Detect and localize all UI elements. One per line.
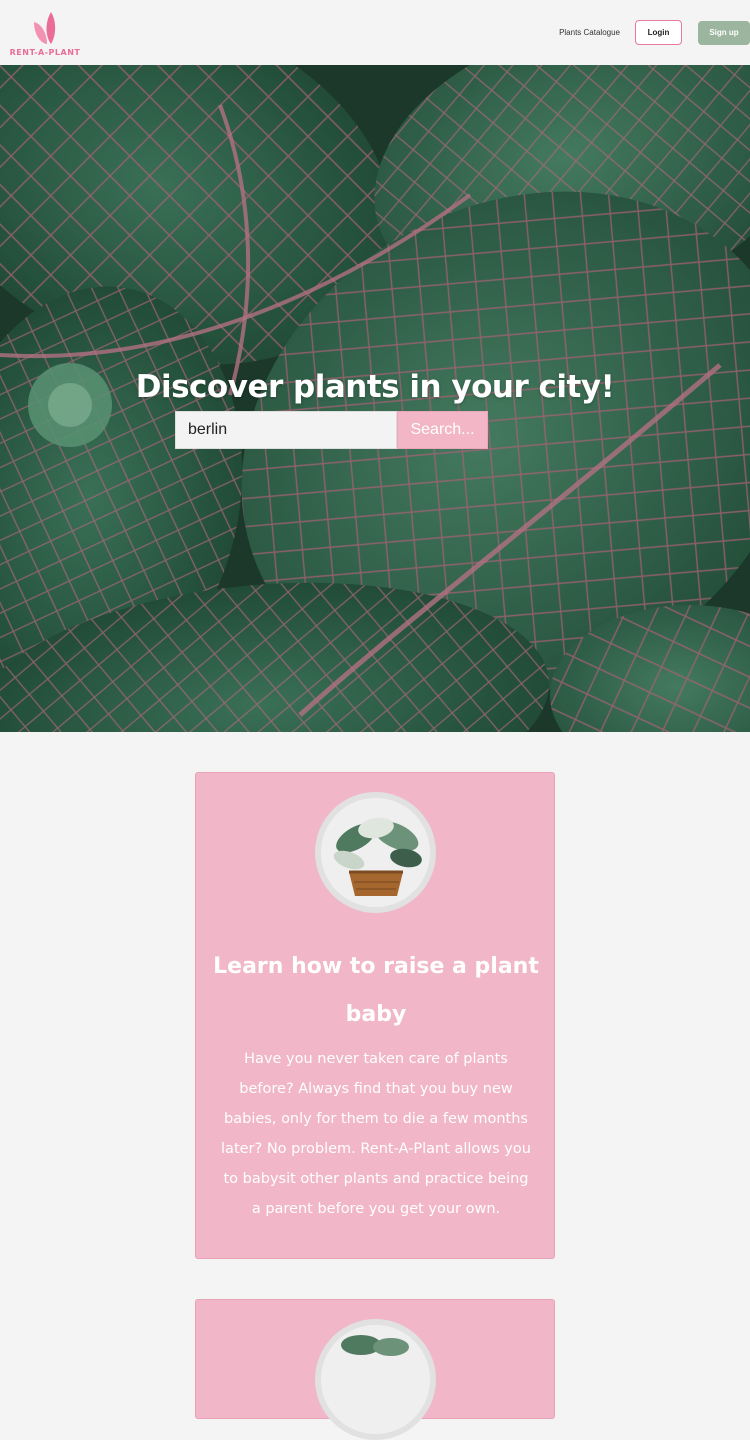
brand-name: RENT-A-PLANT (9, 48, 81, 57)
login-button[interactable]: Login (635, 20, 682, 45)
main-nav: Plants Catalogue Login Sign up (559, 0, 750, 65)
info-card: Learn how to raise a plant baby Have you… (195, 772, 555, 1259)
signup-button[interactable]: Sign up (698, 20, 750, 45)
top-navbar: RENT-A-PLANT Plants Catalogue Login Sign… (0, 0, 750, 65)
card-avatar (315, 792, 436, 913)
search-button[interactable]: Search... (397, 411, 488, 449)
card-description: Have you never taken care of plants befo… (221, 1051, 531, 1217)
hero-title: Discover plants in your city! (135, 368, 615, 405)
potted-plant-icon (321, 798, 430, 907)
sprout-leaves-icon (34, 12, 56, 44)
plants-catalogue-link[interactable]: Plants Catalogue (559, 28, 620, 37)
city-search-input[interactable] (175, 411, 397, 449)
potted-plant-icon (321, 1325, 430, 1434)
card-title: Learn how to raise a plant baby (213, 954, 539, 1027)
card-avatar (315, 1319, 436, 1440)
brand-logo[interactable]: RENT-A-PLANT (10, 10, 80, 57)
hero-banner: Discover plants in your city! Search... (0, 65, 750, 732)
info-card (195, 1299, 555, 1440)
